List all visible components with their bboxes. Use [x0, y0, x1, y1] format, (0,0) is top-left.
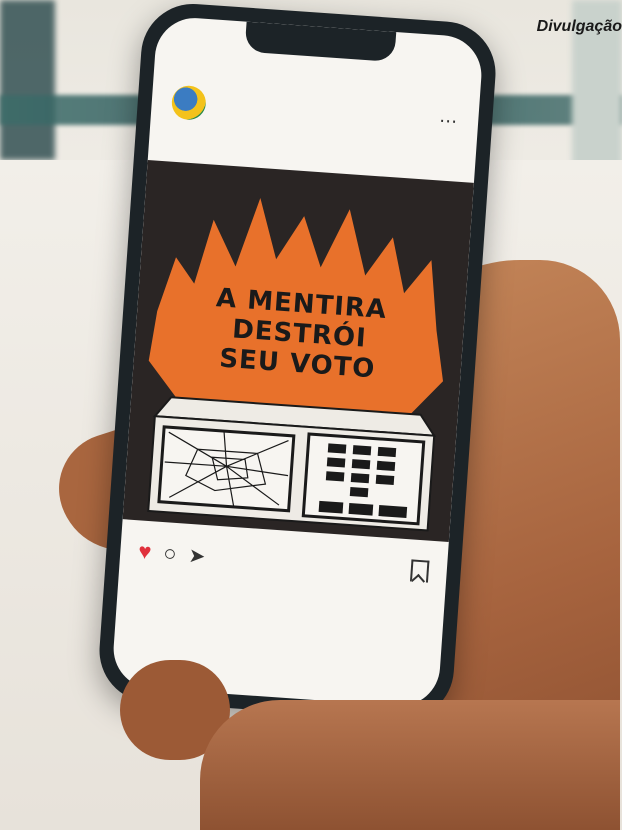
background-wall	[0, 0, 55, 160]
smartphone: ⋯ A MENTIRA DESTRÓI SEU VOTO ♥ ○ ➤	[96, 0, 499, 724]
broken-screen	[157, 425, 296, 513]
post-header: ⋯	[148, 45, 482, 178]
actions-row: ♥ ○ ➤	[137, 538, 430, 584]
heart-icon[interactable]: ♥	[137, 538, 153, 565]
more-icon[interactable]: ⋯	[438, 110, 459, 132]
bookmark-icon[interactable]	[409, 559, 430, 583]
profile-avatar[interactable]	[170, 84, 207, 121]
post-image: A MENTIRA DESTRÓI SEU VOTO	[122, 160, 474, 542]
voting-machine	[147, 396, 437, 532]
phone-screen: ⋯ A MENTIRA DESTRÓI SEU VOTO ♥ ○ ➤	[110, 15, 485, 709]
comment-icon[interactable]: ○	[162, 540, 178, 567]
hand-lower	[200, 700, 620, 830]
photo-scene: Divulgação ⋯ A MENTIRA DESTRÓI SEU VOTO …	[0, 0, 622, 830]
photo-credit: Divulgação	[536, 18, 622, 35]
send-icon[interactable]: ➤	[188, 542, 206, 568]
